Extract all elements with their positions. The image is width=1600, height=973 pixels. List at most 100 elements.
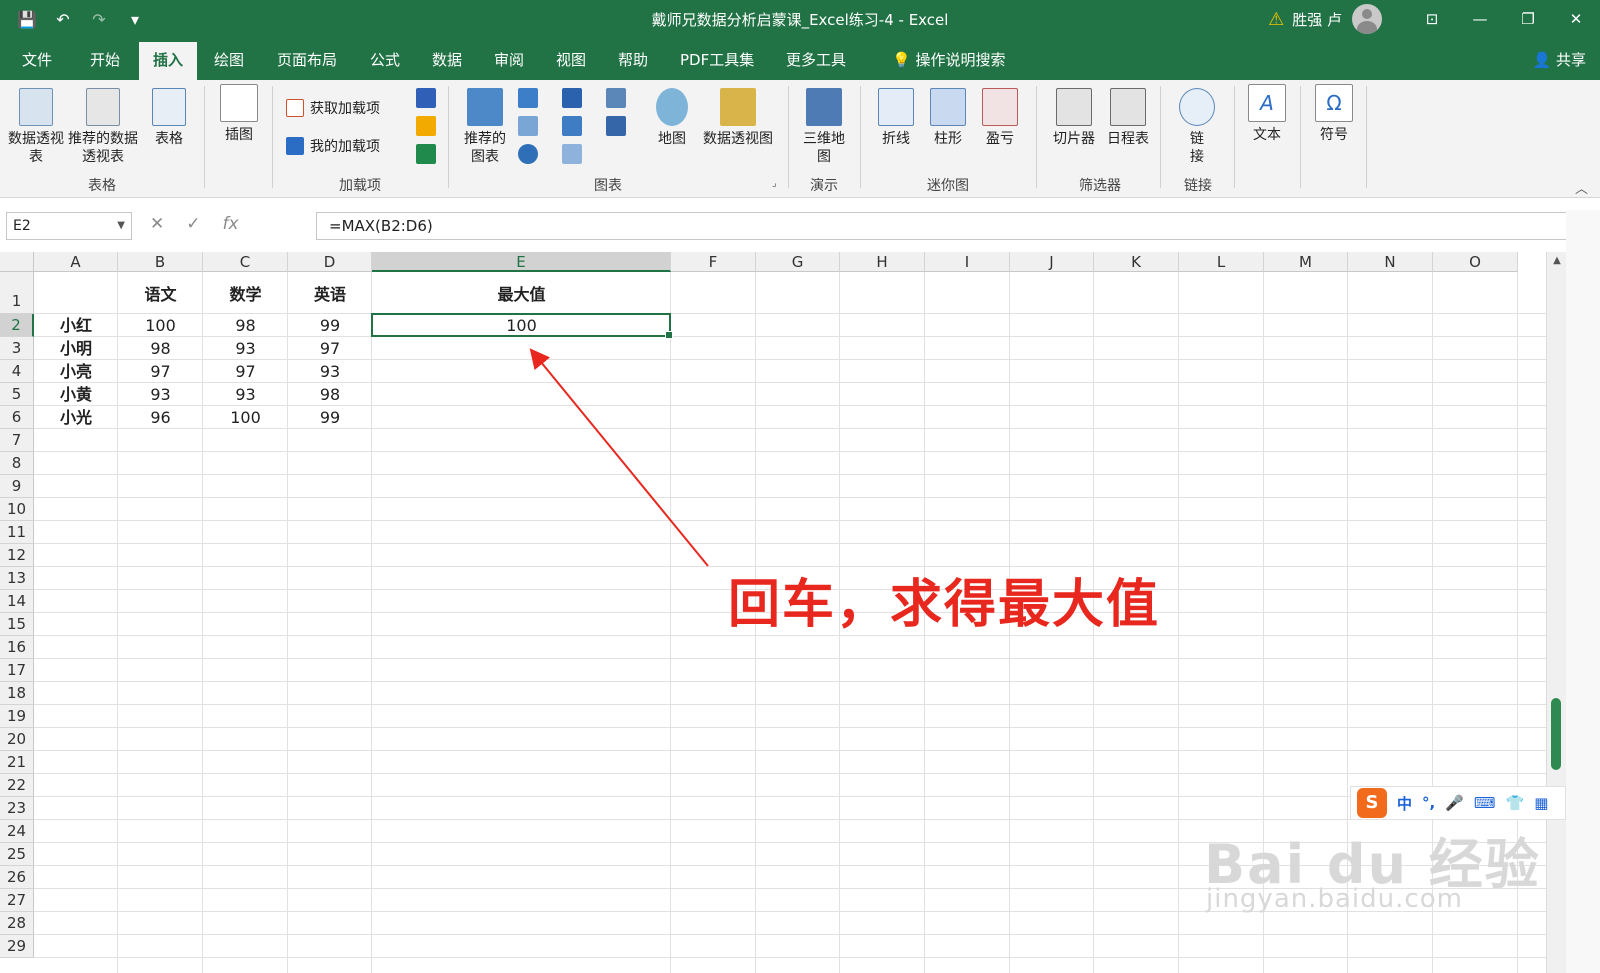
row-header-2[interactable]: 2 bbox=[0, 314, 34, 337]
close-button[interactable]: ✕ bbox=[1552, 0, 1600, 38]
row-header-19[interactable]: 19 bbox=[0, 705, 34, 728]
header-cell-d1[interactable]: 英语 bbox=[288, 282, 372, 308]
warning-icon[interactable]: ⚠ bbox=[1268, 9, 1284, 30]
column-header-o[interactable]: O bbox=[1433, 252, 1518, 272]
name-cell-a2[interactable]: 小红 bbox=[34, 314, 118, 337]
row-header-17[interactable]: 17 bbox=[0, 659, 34, 682]
row-header-6[interactable]: 6 bbox=[0, 406, 34, 429]
score-cell-c3[interactable]: 93 bbox=[203, 337, 288, 360]
enter-icon[interactable]: ✓ bbox=[186, 214, 200, 234]
scroll-up-icon[interactable]: ▲ bbox=[1547, 252, 1567, 270]
sparkline-column-button[interactable]: 柱形 bbox=[926, 88, 970, 148]
row-header-8[interactable]: 8 bbox=[0, 452, 34, 475]
header-cell-c1[interactable]: 数学 bbox=[203, 282, 288, 308]
pivot-table-button[interactable]: 数据透视表 bbox=[8, 88, 64, 166]
row-header-11[interactable]: 11 bbox=[0, 521, 34, 544]
row-header-7[interactable]: 7 bbox=[0, 429, 34, 452]
line-chart-icon[interactable] bbox=[518, 116, 538, 136]
symbols-button[interactable]: Ω 符号 bbox=[1312, 84, 1356, 144]
score-cell-c2[interactable]: 98 bbox=[203, 314, 288, 337]
row-header-18[interactable]: 18 bbox=[0, 682, 34, 705]
save-icon[interactable]: 💾 bbox=[16, 10, 38, 29]
row-header-21[interactable]: 21 bbox=[0, 751, 34, 774]
tab-draw[interactable]: 绘图 bbox=[200, 42, 258, 80]
column-chart-icon[interactable] bbox=[518, 88, 538, 108]
undo-icon[interactable]: ↶ bbox=[52, 10, 74, 29]
hierarchy-chart-icon[interactable] bbox=[562, 88, 582, 108]
name-box[interactable]: E2 ▼ bbox=[6, 212, 132, 240]
avatar[interactable] bbox=[1352, 4, 1382, 34]
keyboard-icon[interactable]: ⌨ bbox=[1474, 794, 1496, 812]
column-header-k[interactable]: K bbox=[1094, 252, 1179, 272]
column-header-e[interactable]: E bbox=[372, 252, 671, 272]
table-button[interactable]: 表格 bbox=[146, 88, 192, 148]
row-header-12[interactable]: 12 bbox=[0, 544, 34, 567]
insert-function-icon[interactable]: fx bbox=[223, 214, 239, 234]
column-header-n[interactable]: N bbox=[1348, 252, 1433, 272]
row-header-26[interactable]: 26 bbox=[0, 866, 34, 889]
column-header-f[interactable]: F bbox=[671, 252, 756, 272]
column-header-c[interactable]: C bbox=[203, 252, 288, 272]
select-all-corner[interactable] bbox=[0, 252, 34, 272]
row-header-14[interactable]: 14 bbox=[0, 590, 34, 613]
tab-insert[interactable]: 插入 bbox=[139, 42, 198, 80]
row-header-13[interactable]: 13 bbox=[0, 567, 34, 590]
active-cell-selection[interactable] bbox=[371, 313, 673, 339]
score-cell-b3[interactable]: 98 bbox=[118, 337, 203, 360]
tell-me-search[interactable]: 💡 操作说明搜索 bbox=[878, 42, 1019, 80]
tab-pdf-tools[interactable]: PDF工具集 bbox=[666, 42, 768, 80]
people-graph-icon[interactable] bbox=[416, 144, 436, 164]
ribbon-display-options-icon[interactable]: ⊡ bbox=[1408, 0, 1456, 38]
pie-chart-icon[interactable] bbox=[518, 144, 538, 164]
toolbox-icon[interactable]: ▦ bbox=[1534, 794, 1548, 812]
get-addins-button[interactable]: 获取加载项 bbox=[286, 98, 380, 118]
score-cell-b2[interactable]: 100 bbox=[118, 314, 203, 337]
ime-logo[interactable]: S bbox=[1357, 788, 1387, 818]
chevron-down-icon[interactable]: ▼ bbox=[117, 213, 125, 239]
collapse-ribbon-icon[interactable]: ︿ bbox=[1575, 178, 1588, 197]
minimize-button[interactable]: — bbox=[1456, 0, 1504, 38]
row-header-27[interactable]: 27 bbox=[0, 889, 34, 912]
score-cell-b4[interactable]: 97 bbox=[118, 360, 203, 383]
redo-icon[interactable]: ↷ bbox=[88, 10, 110, 29]
name-cell-a3[interactable]: 小明 bbox=[34, 337, 118, 360]
score-cell-b5[interactable]: 93 bbox=[118, 383, 203, 406]
visio-icon[interactable] bbox=[416, 88, 436, 108]
tab-file[interactable]: 文件 bbox=[8, 42, 66, 80]
row-header-9[interactable]: 9 bbox=[0, 475, 34, 498]
sparkline-winloss-button[interactable]: 盈亏 bbox=[978, 88, 1022, 148]
my-addins-button[interactable]: 我的加载项 bbox=[286, 136, 380, 156]
chart-dialog-launcher-icon[interactable]: ⌟ bbox=[772, 178, 777, 189]
maps-button[interactable]: 地图 bbox=[652, 88, 692, 148]
illustrations-button[interactable]: 插图 bbox=[216, 84, 262, 144]
row-header-25[interactable]: 25 bbox=[0, 843, 34, 866]
row-header-4[interactable]: 4 bbox=[0, 360, 34, 383]
recommended-charts-button[interactable]: 推荐的图表 bbox=[458, 88, 512, 166]
column-header-a[interactable]: A bbox=[34, 252, 118, 272]
score-cell-c5[interactable]: 93 bbox=[203, 383, 288, 406]
name-cell-a6[interactable]: 小光 bbox=[34, 406, 118, 429]
slicer-button[interactable]: 切片器 bbox=[1048, 88, 1100, 148]
pivot-chart-button[interactable]: 数据透视图 bbox=[698, 88, 778, 148]
tab-help[interactable]: 帮助 bbox=[604, 42, 662, 80]
ime-chinese-toggle[interactable]: 中 bbox=[1397, 793, 1412, 814]
skin-icon[interactable]: 👕 bbox=[1506, 794, 1525, 812]
column-header-h[interactable]: H bbox=[840, 252, 925, 272]
row-header-28[interactable]: 28 bbox=[0, 912, 34, 935]
tab-home[interactable]: 开始 bbox=[76, 42, 134, 80]
share-button[interactable]: 👤 共享 bbox=[1533, 49, 1586, 70]
column-header-b[interactable]: B bbox=[118, 252, 203, 272]
row-header-20[interactable]: 20 bbox=[0, 728, 34, 751]
score-cell-c6[interactable]: 100 bbox=[203, 406, 288, 429]
column-header-m[interactable]: M bbox=[1264, 252, 1348, 272]
formula-input[interactable]: =MAX(B2:D6) bbox=[316, 212, 1592, 240]
row-header-23[interactable]: 23 bbox=[0, 797, 34, 820]
cancel-icon[interactable]: ✕ bbox=[150, 214, 164, 234]
text-button[interactable]: A 文本 bbox=[1246, 84, 1288, 144]
column-header-i[interactable]: I bbox=[925, 252, 1010, 272]
score-cell-d2[interactable]: 99 bbox=[288, 314, 372, 337]
name-cell-a4[interactable]: 小亮 bbox=[34, 360, 118, 383]
header-cell-b1[interactable]: 语文 bbox=[118, 282, 203, 308]
bing-icon[interactable] bbox=[416, 116, 436, 136]
row-header-16[interactable]: 16 bbox=[0, 636, 34, 659]
